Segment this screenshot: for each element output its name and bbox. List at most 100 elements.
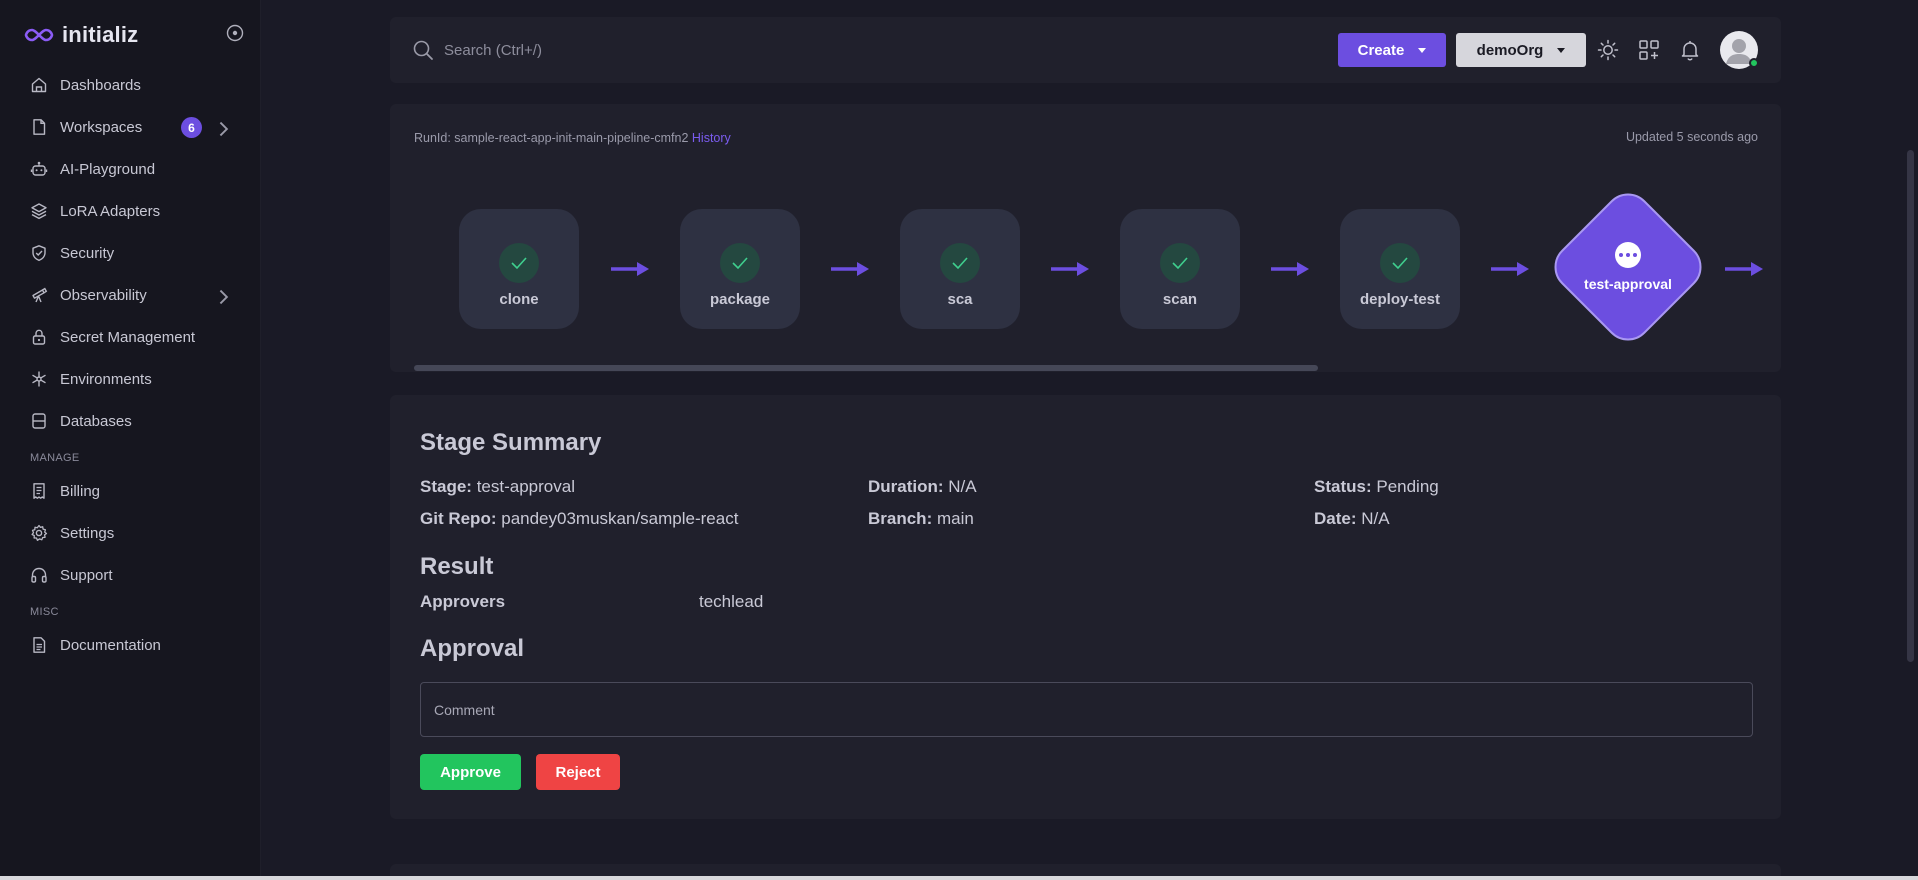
sidebar: initializ Dashboards Workspaces 6 AI-Pla… xyxy=(0,0,261,880)
caret-down-icon xyxy=(1418,47,1427,53)
apps-grid-icon[interactable] xyxy=(1637,38,1661,62)
org-selector-label: demoOrg xyxy=(1476,41,1544,59)
sidebar-item-label: Security xyxy=(60,244,115,262)
check-icon xyxy=(720,243,760,283)
stage-node-deploy-test[interactable]: deploy-test xyxy=(1340,209,1460,329)
bell-icon[interactable] xyxy=(1678,38,1702,62)
stage-label: test-approval xyxy=(1584,276,1672,292)
sidebar-item-observability[interactable]: Observability xyxy=(0,274,261,316)
stage-node-package[interactable]: package xyxy=(680,209,800,329)
sun-theme-icon[interactable] xyxy=(1596,38,1620,62)
page-scrollbar-thumb[interactable] xyxy=(1907,150,1914,662)
stage-summary-panel: Stage Summary Stage: test-approval Durat… xyxy=(390,395,1781,819)
headphones-icon xyxy=(31,567,47,583)
stage-label: sca xyxy=(947,291,973,308)
sidebar-item-billing[interactable]: Billing xyxy=(0,470,261,512)
create-button[interactable]: Create xyxy=(1338,33,1446,67)
sidebar-item-workspaces[interactable]: Workspaces 6 xyxy=(0,106,261,148)
brand[interactable]: initializ xyxy=(24,22,138,48)
layers-icon xyxy=(31,203,47,220)
sidebar-item-label: Workspaces xyxy=(60,118,143,136)
create-button-label: Create xyxy=(1357,41,1405,59)
approval-title: Approval xyxy=(420,635,525,662)
run-id: RunId: sample-react-app-init-main-pipeli… xyxy=(414,131,731,145)
infinity-logo-icon xyxy=(24,28,54,42)
sidebar-item-dashboards[interactable]: Dashboards xyxy=(0,64,261,106)
sidebar-item-label: Secret Management xyxy=(60,328,196,346)
database-icon xyxy=(32,413,46,429)
sidebar-item-label: Settings xyxy=(60,524,115,542)
sidebar-item-support[interactable]: Support xyxy=(0,554,261,596)
arrow-right-icon xyxy=(1051,262,1089,276)
sidebar-item-settings[interactable]: Settings xyxy=(0,512,261,554)
duration-field: Duration: N/A xyxy=(868,477,977,497)
check-icon xyxy=(1160,243,1200,283)
updated-timestamp: Updated 5 seconds ago xyxy=(1625,130,1758,144)
arrow-right-icon xyxy=(611,262,649,276)
more-dots-icon xyxy=(1615,242,1641,268)
check-icon xyxy=(940,243,980,283)
arrow-right-icon xyxy=(1725,262,1763,276)
receipt-icon xyxy=(33,483,45,499)
gear-icon xyxy=(31,524,48,541)
caret-down-icon xyxy=(1557,47,1566,53)
sidebar-item-documentation[interactable]: Documentation xyxy=(0,624,261,666)
search-input[interactable] xyxy=(444,37,744,63)
sidebar-item-label: Databases xyxy=(60,412,132,430)
window-bottom-edge xyxy=(0,876,1918,880)
arrow-right-icon xyxy=(1271,262,1309,276)
sidebar-item-label: Support xyxy=(60,566,113,584)
sidebar-item-databases[interactable]: Databases xyxy=(0,400,261,442)
check-icon xyxy=(499,243,539,283)
branch-field-value: main xyxy=(936,509,974,528)
sidebar-item-security[interactable]: Security xyxy=(0,232,261,274)
comment-input[interactable] xyxy=(420,682,1753,737)
stage-label: clone xyxy=(499,291,539,308)
search-icon xyxy=(413,40,433,60)
date-field: Date: N/A xyxy=(1314,509,1390,529)
branch-field-label: Branch: xyxy=(868,509,933,528)
top-header: Create demoOrg xyxy=(390,17,1781,83)
home-icon xyxy=(31,77,47,93)
git-repo-field-value: pandey03muskan/sample-react xyxy=(501,509,739,528)
sidebar-item-environments[interactable]: Environments xyxy=(0,358,261,400)
pipeline-horizontal-scrollbar[interactable] xyxy=(414,365,1318,371)
sidebar-item-ai-playground[interactable]: AI-Playground xyxy=(0,148,261,190)
stage-node-sca[interactable]: sca xyxy=(900,209,1020,329)
stage-node-clone[interactable]: clone xyxy=(459,209,579,329)
shield-icon xyxy=(32,245,46,262)
org-selector-button[interactable]: demoOrg xyxy=(1456,33,1586,67)
collapse-sidebar-icon[interactable] xyxy=(226,24,244,42)
lock-icon xyxy=(32,329,46,345)
stage-node-scan[interactable]: scan xyxy=(1120,209,1240,329)
status-field-label: Status: xyxy=(1314,477,1372,496)
sidebar-item-lora-adapters[interactable]: LoRA Adapters xyxy=(0,190,261,232)
date-field-label: Date: xyxy=(1314,509,1357,528)
branch-field: Branch: main xyxy=(868,509,974,529)
approve-button[interactable]: Approve xyxy=(420,754,521,790)
pipeline-panel: RunId: sample-react-app-init-main-pipeli… xyxy=(390,104,1781,372)
user-avatar[interactable] xyxy=(1720,31,1759,69)
section-label-misc: MISC xyxy=(30,606,59,618)
duration-field-label: Duration: xyxy=(868,477,944,496)
history-link[interactable]: History xyxy=(692,131,731,145)
online-status-dot xyxy=(1749,58,1759,68)
stage-label: scan xyxy=(1162,291,1198,308)
chevron-right-icon[interactable] xyxy=(214,288,232,306)
approvers-label: Approvers xyxy=(420,592,506,611)
robot-icon xyxy=(30,161,48,176)
sidebar-item-label: Environments xyxy=(60,370,152,388)
sidebar-item-label: Dashboards xyxy=(60,76,141,94)
section-label-manage: MANAGE xyxy=(30,452,80,464)
document-icon xyxy=(33,637,46,653)
status-field-value: Pending xyxy=(1376,477,1439,496)
reject-button[interactable]: Reject xyxy=(536,754,620,790)
sidebar-item-label: LoRA Adapters xyxy=(60,202,161,220)
stage-node-test-approval[interactable]: test-approval xyxy=(1544,183,1712,351)
workspaces-count-badge: 6 xyxy=(181,117,202,138)
sidebar-item-secret-management[interactable]: Secret Management xyxy=(0,316,261,358)
stage-field-label: Stage: xyxy=(420,477,472,496)
snowflake-icon xyxy=(32,371,46,387)
chevron-right-icon[interactable] xyxy=(214,120,232,138)
duration-field-value: N/A xyxy=(948,477,977,496)
